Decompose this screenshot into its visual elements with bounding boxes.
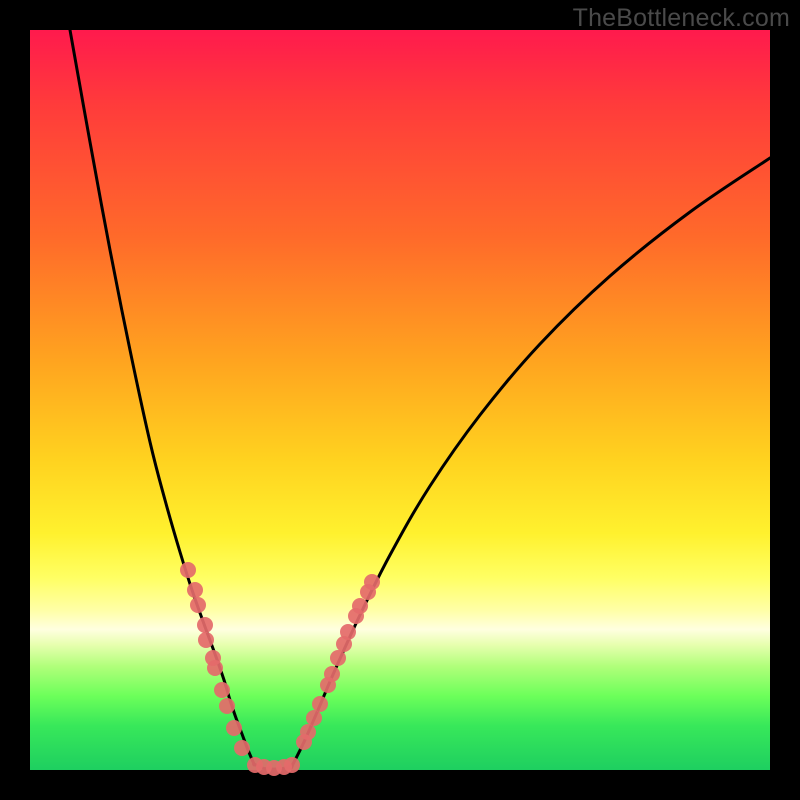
dot: [306, 710, 322, 726]
dot: [352, 598, 368, 614]
chart-frame: TheBottleneck.com: [0, 0, 800, 800]
chart-svg: [30, 30, 770, 770]
dot: [340, 624, 356, 640]
dot: [300, 724, 316, 740]
dot: [234, 740, 250, 756]
dot: [219, 698, 235, 714]
dot: [324, 666, 340, 682]
dot: [364, 574, 380, 590]
v-curve: [70, 30, 770, 769]
dot: [198, 632, 214, 648]
dot: [284, 757, 300, 773]
dot: [190, 597, 206, 613]
dot: [330, 650, 346, 666]
dot: [197, 617, 213, 633]
dot: [207, 660, 223, 676]
bottleneck-curve: [70, 30, 770, 769]
dot: [187, 582, 203, 598]
dot: [180, 562, 196, 578]
dot: [312, 696, 328, 712]
scatter-dots: [180, 562, 380, 776]
watermark-text: TheBottleneck.com: [573, 4, 790, 33]
dot: [214, 682, 230, 698]
plot-area: [30, 30, 770, 770]
dot: [226, 720, 242, 736]
